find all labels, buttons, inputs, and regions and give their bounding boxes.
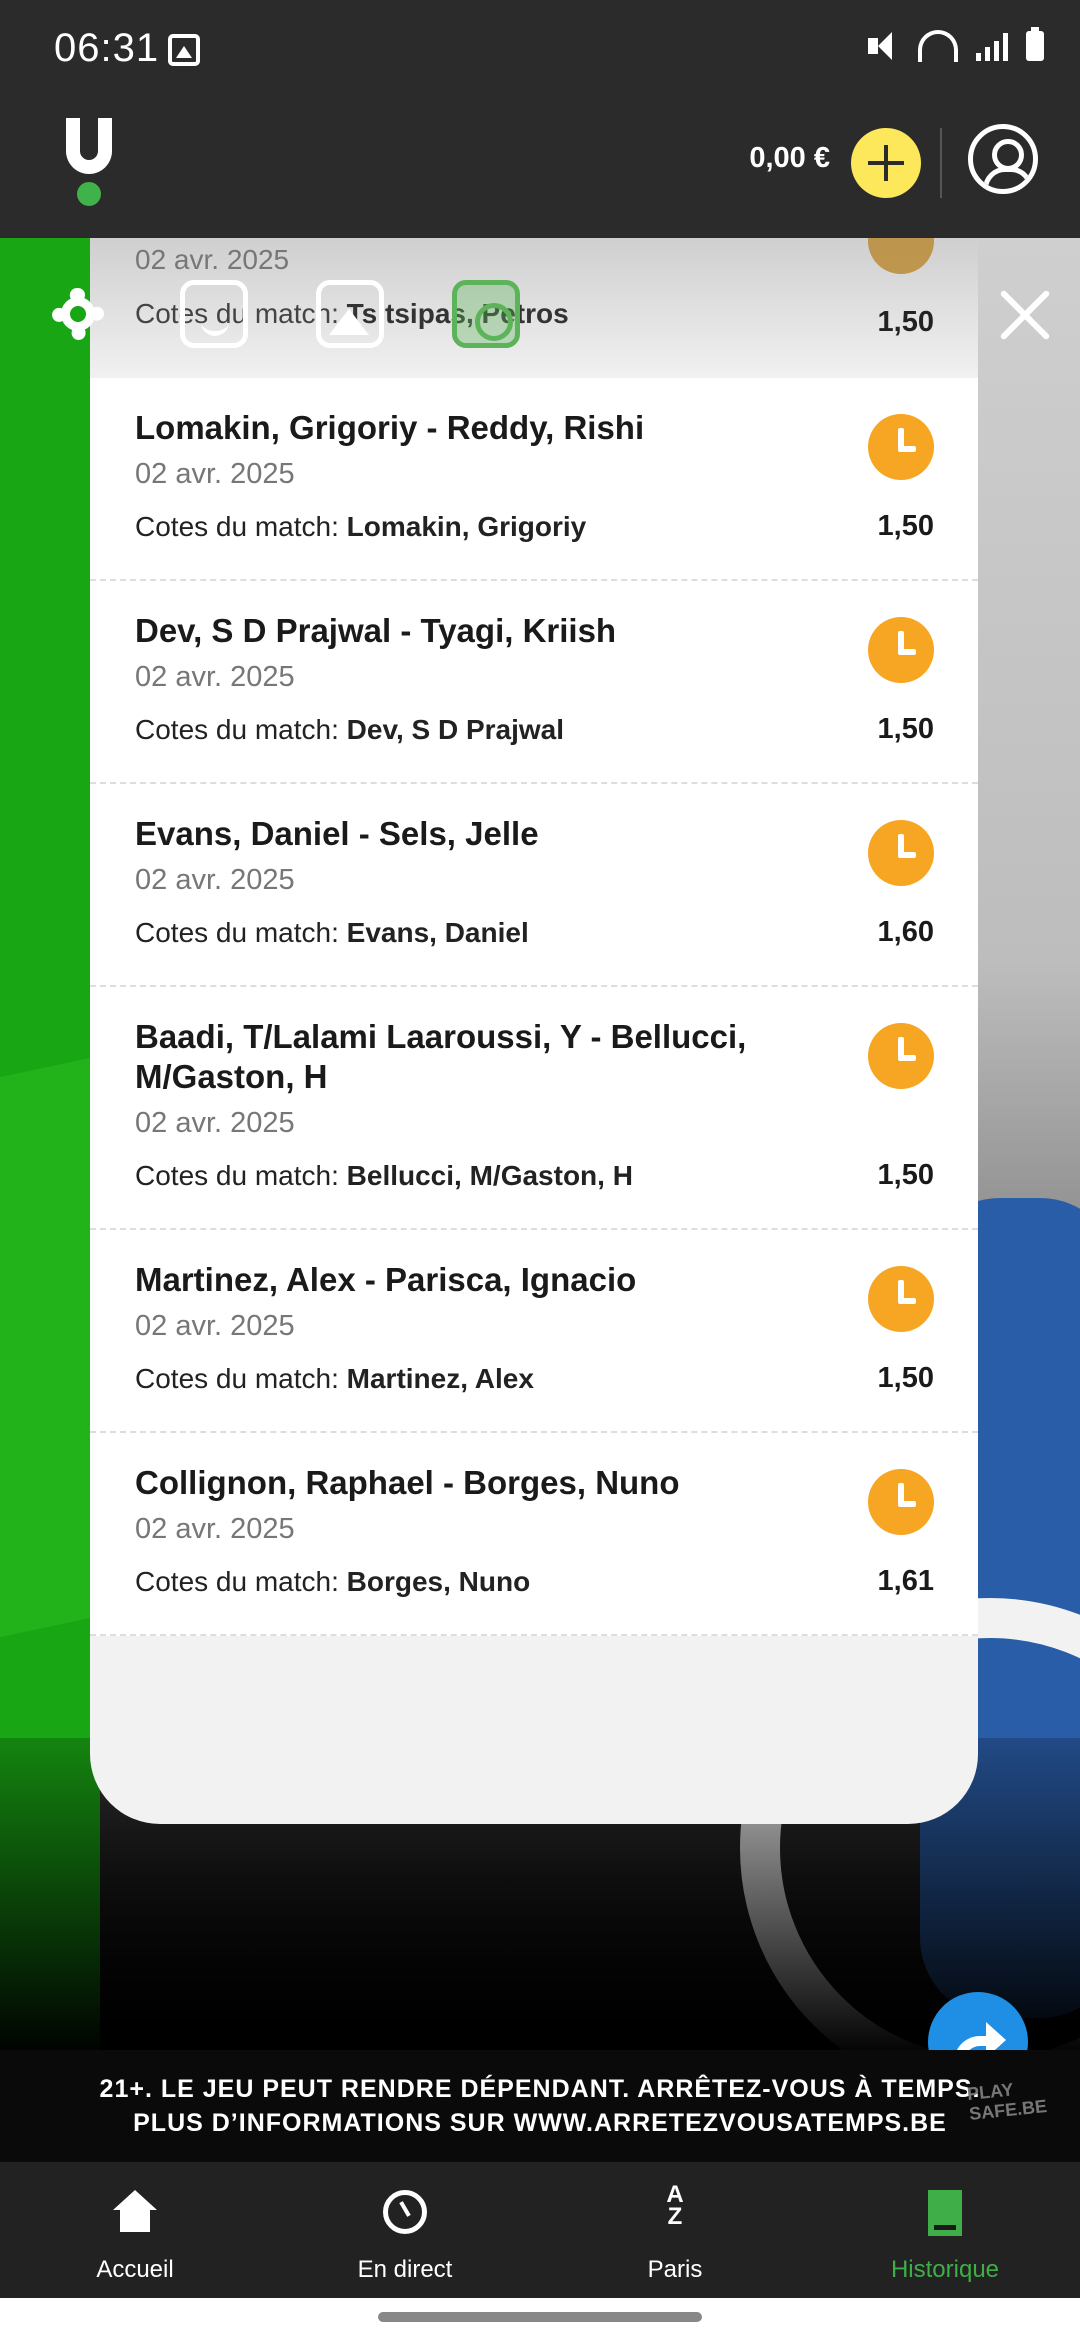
- clock-icon: [868, 617, 934, 683]
- warning-line-1: 21+. LE JEU PEUT RENDRE DÉPENDANT. ARRÊT…: [99, 2075, 981, 2103]
- selection: Borges, Nuno: [346, 1566, 531, 1597]
- system-nav-bar: [0, 2298, 1080, 2340]
- home-gesture-handle[interactable]: [378, 2312, 702, 2322]
- az-icon: AZ: [666, 2181, 684, 2230]
- nav-label: Paris: [647, 2256, 703, 2283]
- close-icon[interactable]: [996, 286, 1052, 342]
- status-time: 06:31: [54, 26, 160, 70]
- overlay-toolbar: [0, 270, 1080, 360]
- logo-dot: [77, 182, 101, 206]
- match-title: Dev, S D Prajwal - Tyagi, Kriish: [135, 612, 617, 649]
- match-date: 02 avr. 2025: [135, 661, 295, 693]
- bottom-nav: Accueil En direct AZ Paris Historique: [0, 2162, 1080, 2298]
- selection: Evans, Daniel: [346, 917, 529, 948]
- match-date: 02 avr. 2025: [135, 1513, 295, 1545]
- live-icon: [383, 2190, 427, 2234]
- unibet-logo[interactable]: [66, 118, 112, 174]
- nav-en-direct[interactable]: En direct: [270, 2162, 540, 2298]
- deposit-button[interactable]: [851, 128, 921, 198]
- responsible-gaming-banner: 21+. LE JEU PEUT RENDRE DÉPENDANT. ARRÊT…: [0, 2050, 1080, 2162]
- clock-icon: [868, 414, 934, 480]
- sticker-icon[interactable]: [180, 280, 248, 348]
- nav-label: En direct: [357, 2256, 453, 2283]
- selection: Dev, S D Prajwal: [346, 714, 565, 745]
- status-bar: 06:31: [0, 0, 1080, 90]
- signal-icon: [976, 31, 1008, 61]
- match-odds-label: Cotes du match: Evans, Daniel: [135, 917, 529, 948]
- odd-value: 1,50: [877, 510, 934, 542]
- battery-icon: [1026, 27, 1044, 61]
- history-icon: [928, 2190, 962, 2236]
- match-title: Lomakin, Grigoriy - Reddy, Rishi: [135, 409, 645, 446]
- match-date: 02 avr. 2025: [135, 458, 295, 490]
- odd-value: 1,61: [877, 1565, 934, 1597]
- bet-list: Lomakin, Grigoriy - Reddy, Rishi 02 avr.…: [90, 378, 978, 1636]
- odd-value: 1,50: [877, 1362, 934, 1394]
- match-odds-label: Cotes du match: Martinez, Alex: [135, 1363, 534, 1394]
- wifi-icon: [918, 30, 958, 62]
- match-title: Baadi, T/Lalami Laaroussi, Y - Bellucci,…: [135, 1018, 747, 1095]
- timer-icon[interactable]: [452, 280, 520, 348]
- match-odds-label: Cotes du match: Borges, Nuno: [135, 1566, 531, 1597]
- match-title: Collignon, Raphael - Borges, Nuno: [135, 1464, 680, 1501]
- selection: Martinez, Alex: [346, 1363, 534, 1394]
- gear-icon[interactable]: [44, 280, 112, 348]
- nav-accueil[interactable]: Accueil: [0, 2162, 270, 2298]
- account-icon[interactable]: [968, 124, 1038, 194]
- app-header: 0,00 €: [0, 90, 1080, 238]
- match-date: 02 avr. 2025: [135, 1310, 295, 1342]
- bet-card[interactable]: Dev, S D Prajwal - Tyagi, Kriish 02 avr.…: [90, 581, 978, 784]
- match-date: 02 avr. 2025: [135, 864, 295, 896]
- gallery-notification-icon: [168, 34, 200, 66]
- home-icon: [113, 2190, 157, 2234]
- clock-icon: [868, 1266, 934, 1332]
- selection: Lomakin, Grigoriy: [346, 511, 587, 542]
- bet-card[interactable]: Lomakin, Grigoriy - Reddy, Rishi 02 avr.…: [90, 378, 978, 581]
- bet-card[interactable]: Martinez, Alex - Parisca, Ignacio 02 avr…: [90, 1230, 978, 1433]
- match-odds-label: Cotes du match: Lomakin, Grigoriy: [135, 511, 587, 542]
- clock-icon: [868, 1023, 934, 1089]
- odd-value: 1,50: [877, 713, 934, 745]
- playsafe-logo: PLAY SAFE.BE: [966, 2079, 1048, 2124]
- match-date: 02 avr. 2025: [135, 1107, 295, 1139]
- clock-icon: [868, 1469, 934, 1535]
- clock-icon: [868, 238, 934, 274]
- match-title: Martinez, Alex - Parisca, Ignacio: [135, 1261, 637, 1298]
- nav-historique[interactable]: Historique: [810, 2162, 1080, 2298]
- nav-paris[interactable]: AZ Paris: [540, 2162, 810, 2298]
- status-icons: [864, 27, 1044, 62]
- balance-value[interactable]: 0,00 €: [749, 142, 830, 175]
- odd-value: 1,50: [877, 1159, 934, 1191]
- nav-label: Accueil: [96, 2256, 174, 2283]
- mute-icon: [864, 30, 900, 62]
- nav-label: Historique: [890, 2256, 1000, 2283]
- bet-history-sheet[interactable]: 02 avr. 2025 Cotes du match: Tsitsipas, …: [90, 238, 978, 1824]
- clock-icon: [868, 820, 934, 886]
- odd-value: 1,60: [877, 916, 934, 948]
- bet-card[interactable]: Collignon, Raphael - Borges, Nuno 02 avr…: [90, 1433, 978, 1636]
- match-odds-label: Cotes du match: Bellucci, M/Gaston, H: [135, 1160, 633, 1191]
- bet-card[interactable]: Baadi, T/Lalami Laaroussi, Y - Bellucci,…: [90, 987, 978, 1230]
- match-odds-label: Cotes du match: Dev, S D Prajwal: [135, 714, 565, 745]
- match-title: Evans, Daniel - Sels, Jelle: [135, 815, 539, 852]
- image-icon[interactable]: [316, 280, 384, 348]
- warning-line-2: PLUS D’INFORMATIONS SUR WWW.ARRETEZVOUSA…: [133, 2109, 947, 2137]
- bet-card[interactable]: Evans, Daniel - Sels, Jelle 02 avr. 2025…: [90, 784, 978, 987]
- selection: Bellucci, M/Gaston, H: [346, 1160, 633, 1191]
- header-divider: [940, 128, 942, 198]
